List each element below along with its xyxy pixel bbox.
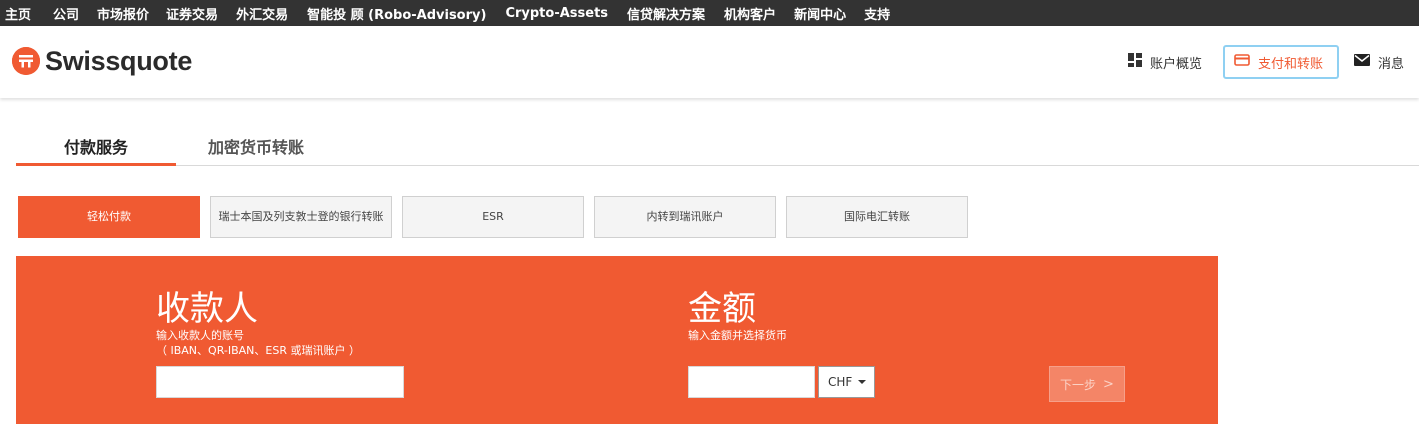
amount-input[interactable] (688, 366, 815, 398)
messages-label: 消息 (1378, 56, 1405, 72)
account-overview-link[interactable]: 账户概览 (1128, 47, 1202, 77)
active-tab-indicator (16, 163, 176, 166)
tab-payment-services[interactable]: 付款服务 (64, 134, 128, 158)
chevron-right-icon: > (1103, 376, 1114, 392)
nav-robo-advisory[interactable]: 智能投 顾 (Robo-Advisory) (307, 4, 486, 23)
payee-hint-formats: （ IBAN、QR-IBAN、ESR 或瑞讯账户 ） (156, 344, 360, 357)
subtab-easy-payment[interactable]: 轻松付款 (18, 196, 200, 238)
nav-securities-trading[interactable]: 证券交易 (166, 4, 218, 23)
next-step-label: 下一步 (1060, 377, 1097, 392)
next-step-button[interactable]: 下一步 > (1049, 366, 1125, 402)
dashboard-icon (1128, 53, 1142, 71)
amount-title: 金额 (688, 289, 756, 329)
payee-account-input[interactable] (156, 366, 404, 398)
nav-home[interactable]: 主页 (5, 4, 31, 23)
nav-news-center[interactable]: 新闻中心 (794, 4, 846, 23)
nav-market-quotes[interactable]: 市场报价 (97, 4, 149, 23)
tab-crypto-transfer[interactable]: 加密货币转账 (208, 134, 304, 158)
subtab-internal-transfer[interactable]: 内转到瑞讯账户 (594, 196, 776, 238)
payee-hint: 输入收款人的账号 (156, 329, 244, 342)
envelope-icon (1354, 54, 1370, 70)
subtab-esr[interactable]: ESR (402, 196, 584, 238)
logo-wordmark: Swissquote (45, 45, 193, 76)
payee-title: 收款人 (156, 289, 258, 329)
nav-crypto-assets[interactable]: Crypto-Assets (505, 6, 608, 21)
payments-transfers-link[interactable]: 支付和转账 (1223, 45, 1339, 79)
nav-forex-trading[interactable]: 外汇交易 (236, 4, 288, 23)
credit-card-icon (1234, 54, 1250, 70)
swissquote-logo-icon (12, 47, 40, 75)
caret-down-icon (858, 380, 867, 384)
subtab-domestic-bank-transfer[interactable]: 瑞士本国及列支敦士登的银行转账 (210, 196, 392, 238)
messages-link[interactable]: 消息 (1354, 47, 1404, 77)
payment-tabs: 付款服务 加密货币转账 (16, 122, 1419, 166)
subtab-international-wire[interactable]: 国际电汇转账 (786, 196, 968, 238)
payment-form-panel: 收款人 输入收款人的账号 （ IBAN、QR-IBAN、ESR 或瑞讯账户 ） … (16, 256, 1218, 424)
top-navigation: 主页 公司 市场报价 证券交易 外汇交易 智能投 顾 (Robo-Advisor… (0, 0, 1419, 26)
nav-company[interactable]: 公司 (53, 4, 79, 23)
nav-support[interactable]: 支持 (864, 4, 890, 23)
swissquote-logo[interactable]: Swissquote (12, 46, 192, 76)
currency-select[interactable]: CHF (818, 366, 875, 398)
site-header: Swissquote 账户概览 支付和转账 消息 (0, 26, 1419, 98)
amount-hint: 输入金额并选择货币 (688, 329, 787, 342)
nav-institutional-clients[interactable]: 机构客户 (724, 4, 776, 23)
account-overview-label: 账户概览 (1150, 56, 1203, 72)
currency-value: CHF (828, 375, 853, 389)
payments-transfers-label: 支付和转账 (1258, 56, 1324, 72)
nav-credit-solutions[interactable]: 信贷解决方案 (627, 4, 705, 23)
